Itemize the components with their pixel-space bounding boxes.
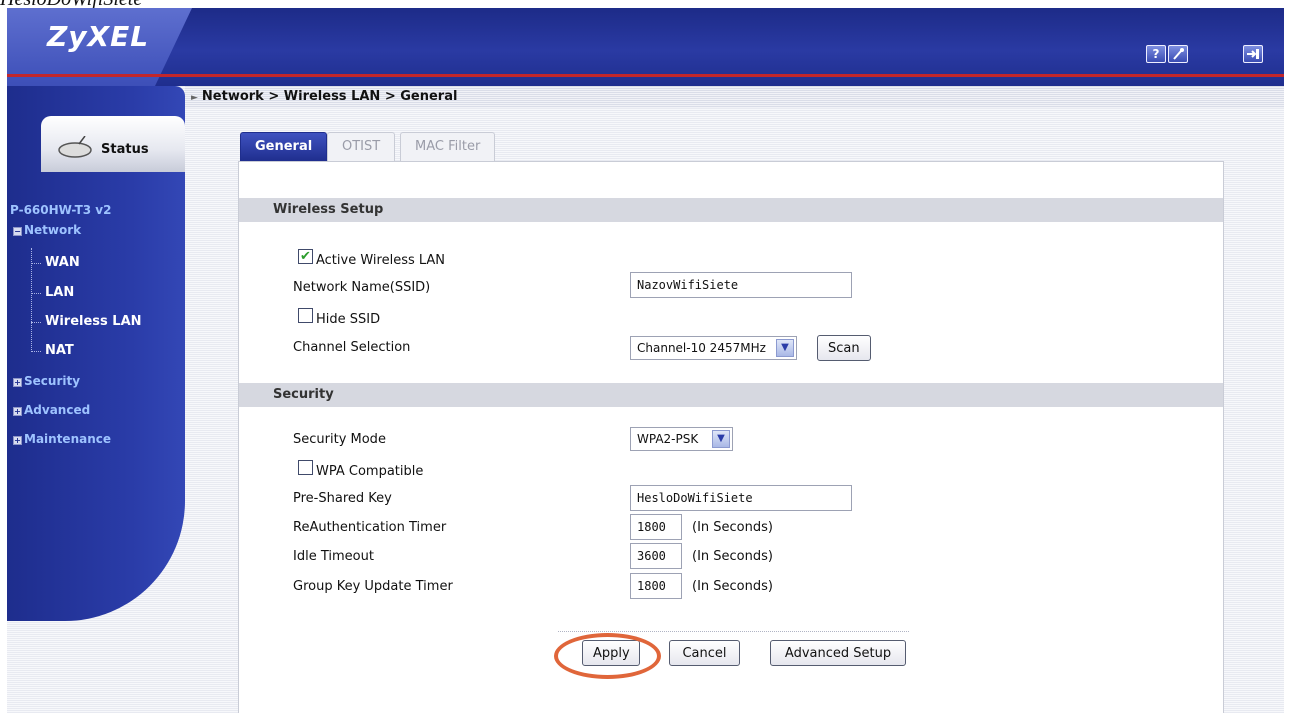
section-security: Security — [239, 383, 1223, 407]
apply-button[interactable]: Apply — [582, 640, 640, 666]
sidebar-item-label: Network — [24, 223, 82, 237]
idle-timeout-unit: (In Seconds) — [692, 549, 773, 564]
cancel-button[interactable]: Cancel — [669, 640, 740, 666]
breadcrumb-bar: ► Network > Wireless LAN > General — [185, 86, 1284, 108]
tree-branch — [31, 351, 41, 352]
active-wireless-checkbox[interactable]: ✔ — [298, 249, 313, 264]
breadcrumb: ► Network > Wireless LAN > General — [191, 89, 457, 104]
tab-general[interactable]: General — [240, 132, 328, 161]
idle-timeout-input[interactable] — [630, 543, 682, 569]
status-label: Status — [101, 142, 149, 157]
ssid-input[interactable] — [630, 272, 852, 298]
idle-timeout-label: Idle Timeout — [293, 549, 374, 564]
gutter-right — [1224, 108, 1284, 713]
tab-otist[interactable]: OTIST — [327, 132, 396, 161]
gutter-left — [185, 108, 238, 713]
reauth-input[interactable] — [630, 514, 682, 540]
exit-arrow-icon — [1247, 49, 1259, 59]
reauth-label: ReAuthentication Timer — [293, 520, 447, 535]
sidebar-item-advanced[interactable]: + Advanced — [13, 403, 90, 417]
security-mode-value: WPA2-PSK — [637, 432, 699, 446]
channel-select[interactable]: Channel-10 2457MHz ▼ — [630, 336, 797, 360]
wand-icon — [1173, 48, 1184, 60]
help-icon[interactable]: ? — [1146, 45, 1166, 63]
sidebar-item-label: Maintenance — [24, 432, 112, 446]
sidebar-item-maintenance[interactable]: + Maintenance — [13, 432, 111, 446]
sidebar-item-security[interactable]: + Security — [13, 374, 80, 388]
sidebar-item-nat[interactable]: NAT — [45, 343, 74, 358]
tab-mac-filter[interactable]: MAC Filter — [400, 132, 496, 161]
chevron-down-icon: ▼ — [776, 339, 794, 357]
hide-ssid-checkbox[interactable] — [298, 308, 313, 323]
wpa-compatible-checkbox[interactable] — [298, 460, 313, 475]
router-icon — [57, 135, 97, 165]
group-key-unit: (In Seconds) — [692, 579, 773, 594]
expand-icon: + — [13, 407, 22, 416]
expand-icon: + — [13, 436, 22, 445]
expand-icon: + — [13, 378, 22, 387]
reauth-unit: (In Seconds) — [692, 520, 773, 535]
active-wireless-label: Active Wireless LAN — [316, 253, 446, 268]
group-key-label: Group Key Update Timer — [293, 579, 453, 594]
advanced-setup-button[interactable]: Advanced Setup — [770, 640, 906, 666]
sidebar-item-network[interactable]: − Network — [13, 223, 81, 237]
security-mode-label: Security Mode — [293, 432, 386, 447]
hide-ssid-label: Hide SSID — [316, 312, 381, 327]
header-accent-line — [7, 74, 1284, 77]
channel-label: Channel Selection — [293, 340, 411, 355]
device-model: P-660HW-T3 v2 — [10, 203, 112, 217]
chevron-down-icon: ▼ — [712, 430, 730, 448]
top-header: ZyXEL ? — [7, 8, 1284, 86]
psk-label: Pre-Shared Key — [293, 491, 392, 506]
breadcrumb-text: Network > Wireless LAN > General — [201, 89, 458, 104]
tree-branch — [31, 322, 41, 323]
channel-value: Channel-10 2457MHz — [637, 341, 766, 355]
router-ui-frame: ZyXEL ? Status P-660HW-T3 v2 − Network WA… — [7, 8, 1284, 713]
status-tab[interactable]: Status — [41, 116, 185, 172]
sidebar-item-label: Advanced — [24, 403, 91, 417]
breadcrumb-bullet-icon: ► — [191, 93, 198, 103]
sidebar-item-wan[interactable]: WAN — [45, 255, 80, 270]
scan-button[interactable]: Scan — [817, 335, 871, 361]
zyxel-logo: ZyXEL — [47, 20, 150, 53]
section-wireless-setup: Wireless Setup — [239, 198, 1223, 222]
wizard-icon[interactable] — [1168, 45, 1188, 63]
checkmark-icon: ✔ — [300, 249, 311, 264]
logout-icon[interactable] — [1243, 45, 1263, 63]
security-mode-select[interactable]: WPA2-PSK ▼ — [630, 427, 733, 451]
tree-branch — [31, 293, 41, 294]
ssid-label: Network Name(SSID) — [293, 280, 431, 295]
wpa-compatible-label: WPA Compatible — [316, 464, 424, 479]
help-glyph: ? — [1152, 47, 1160, 61]
group-key-input[interactable] — [630, 573, 682, 599]
sidebar-item-label: Security — [24, 374, 81, 388]
sidebar-item-lan[interactable]: LAN — [45, 285, 74, 300]
psk-input[interactable] — [630, 485, 852, 511]
collapse-icon: − — [13, 227, 22, 236]
sidebar-item-wireless-lan[interactable]: Wireless LAN — [45, 314, 142, 329]
tree-branch — [31, 263, 41, 264]
button-separator — [558, 631, 909, 632]
